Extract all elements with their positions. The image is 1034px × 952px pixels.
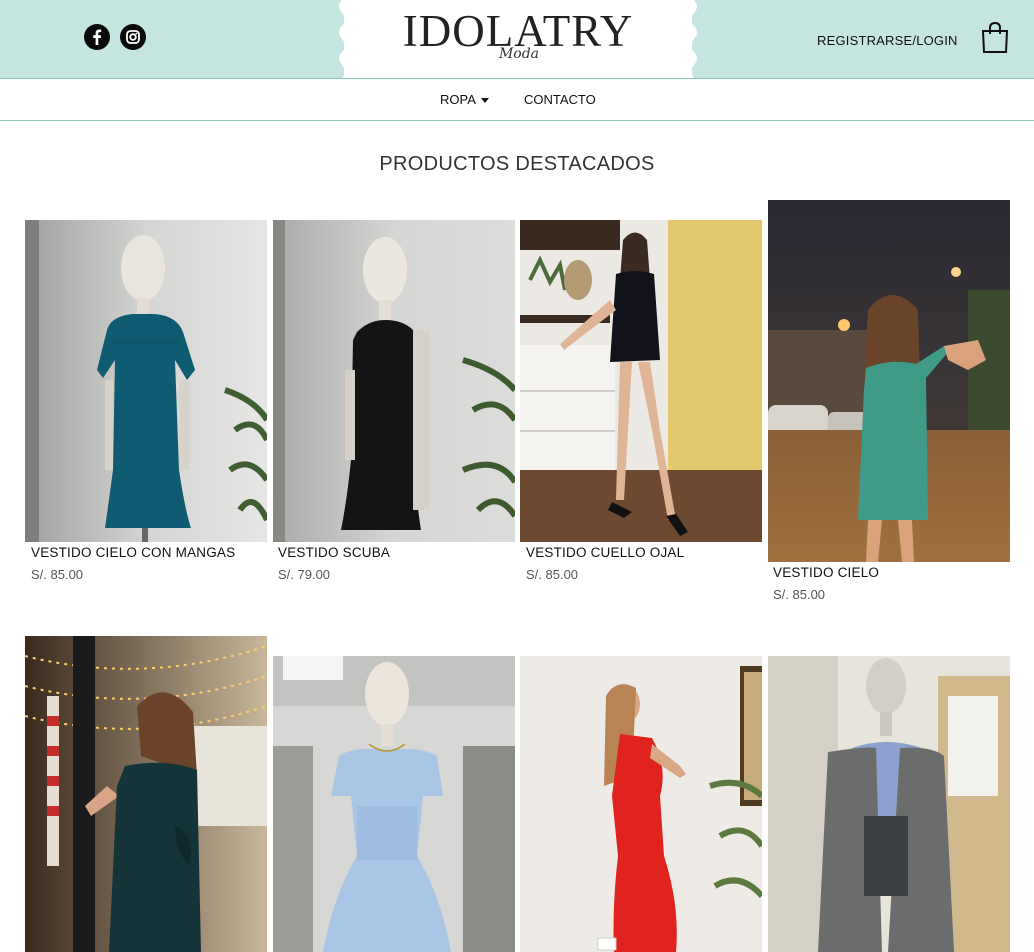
nav-item-label: CONTACTO	[524, 92, 596, 107]
product-price: S/. 85.00	[526, 567, 579, 582]
product-name[interactable]: VESTIDO SCUBA	[278, 545, 390, 560]
product-price: S/. 85.00	[773, 587, 826, 602]
main-nav	[0, 79, 1034, 120]
nav-item-contacto[interactable]: CONTACTO	[524, 92, 596, 107]
nav-divider	[0, 120, 1034, 121]
caret-down-icon	[480, 98, 489, 104]
product-name[interactable]: VESTIDO CUELLO OJAL	[526, 545, 684, 560]
nav-item-label: ROPA	[440, 92, 476, 107]
product-price: S/. 85.00	[31, 567, 84, 582]
product-photo[interactable]	[273, 656, 515, 952]
product-name[interactable]: VESTIDO CIELO	[773, 565, 879, 580]
product-photo[interactable]	[25, 636, 267, 952]
product-photo[interactable]	[520, 656, 762, 952]
shopping-bag-icon[interactable]	[979, 20, 1011, 54]
facebook-icon[interactable]	[84, 24, 110, 50]
brand-subtitle: Moda	[498, 46, 540, 62]
section-title: PRODUCTOS DESTACADOS	[379, 153, 655, 175]
product-photo[interactable]	[273, 220, 515, 542]
product-photo[interactable]	[25, 220, 267, 542]
product-price: S/. 79.00	[278, 567, 331, 582]
product-photo[interactable]	[520, 220, 762, 542]
nav-item-ropa[interactable]: ROPA	[440, 92, 489, 107]
product-photo[interactable]	[768, 656, 1010, 952]
instagram-icon[interactable]	[120, 24, 146, 50]
product-photo[interactable]	[768, 200, 1010, 562]
product-name[interactable]: VESTIDO CIELO CON MANGAS	[31, 545, 235, 560]
login-link[interactable]: REGISTRARSE/LOGIN	[817, 33, 958, 48]
